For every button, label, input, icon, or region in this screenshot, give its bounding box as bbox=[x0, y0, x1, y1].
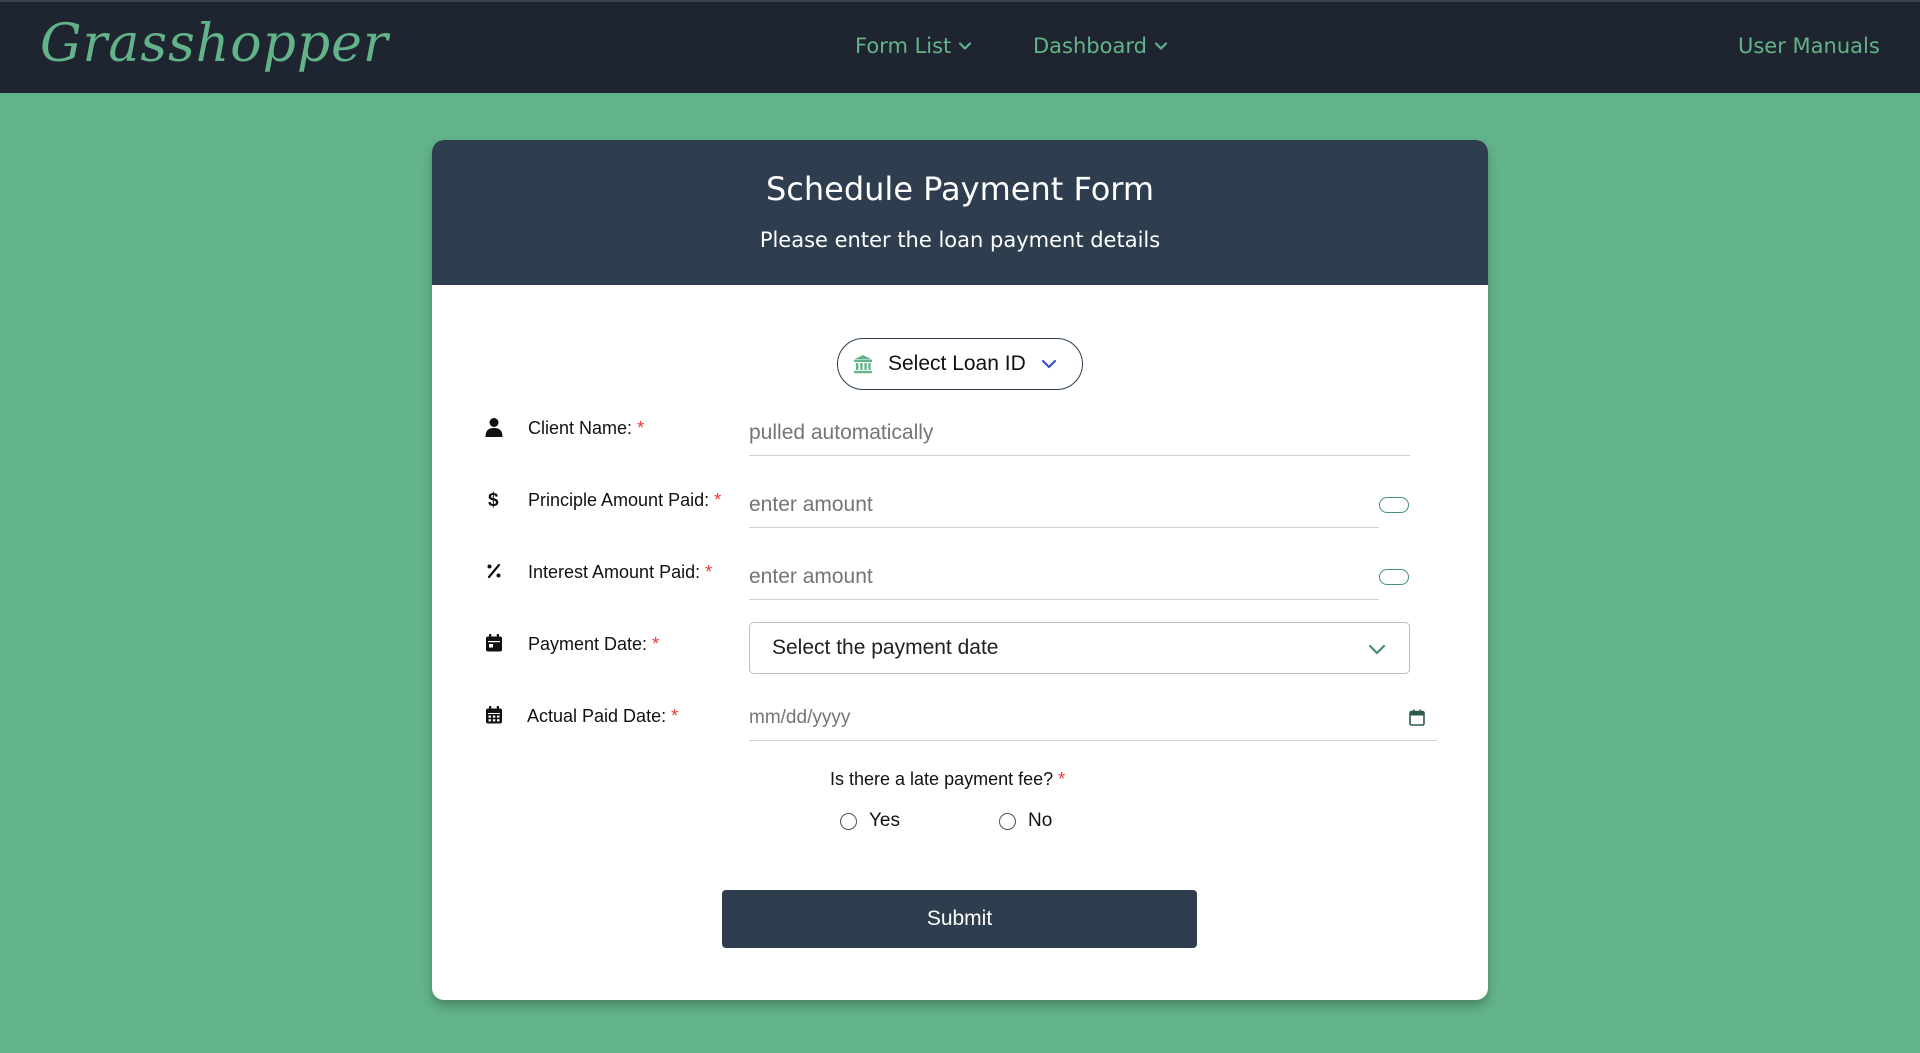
payment-date-label-text: Payment Date: bbox=[528, 634, 648, 654]
required-mark: * bbox=[1058, 769, 1066, 789]
interest-amount-input[interactable] bbox=[749, 554, 1379, 600]
submit-button[interactable]: Submit bbox=[722, 890, 1197, 948]
late-fee-yes-label: Yes bbox=[869, 810, 900, 831]
radio-circle[interactable] bbox=[999, 812, 1016, 830]
nav-form-list[interactable]: Form List bbox=[855, 34, 973, 58]
client-name-label-text: Client Name: bbox=[528, 418, 633, 438]
actual-paid-date-label-text: Actual Paid Date: bbox=[527, 706, 667, 726]
required-mark: * bbox=[671, 706, 679, 726]
payment-date-select[interactable]: Select the payment date bbox=[749, 622, 1410, 674]
nav-dashboard[interactable]: Dashboard bbox=[1033, 34, 1169, 58]
card-header: Schedule Payment Form Please enter the l… bbox=[432, 140, 1488, 285]
calendar-icon bbox=[486, 634, 502, 652]
nav-dashboard-label: Dashboard bbox=[1033, 34, 1147, 58]
nav-form-list-label: Form List bbox=[855, 34, 952, 58]
late-fee-no-radio[interactable]: No bbox=[999, 810, 1052, 832]
interest-amount-toggle[interactable] bbox=[1379, 569, 1409, 585]
logo[interactable]: Grasshopper bbox=[40, 14, 389, 74]
late-fee-question-text: Is there a late payment fee? bbox=[830, 769, 1054, 789]
required-mark: * bbox=[652, 634, 660, 654]
principal-amount-label: Principle Amount Paid: * bbox=[528, 490, 721, 511]
chevron-down-icon bbox=[1041, 359, 1056, 369]
principal-amount-toggle[interactable] bbox=[1379, 497, 1409, 513]
late-fee-no-label: No bbox=[1028, 810, 1053, 831]
nav-user-manuals[interactable]: User Manuals bbox=[1738, 34, 1880, 58]
select-loan-id-label: Select Loan ID bbox=[888, 352, 1026, 375]
late-fee-yes-radio[interactable]: Yes bbox=[840, 810, 900, 832]
actual-paid-date-input[interactable]: mm/dd/yyyy bbox=[749, 695, 1437, 741]
principal-amount-label-text: Principle Amount Paid: bbox=[528, 490, 710, 510]
late-fee-question: Is there a late payment fee? * bbox=[830, 769, 1065, 790]
page-subtitle: Please enter the loan payment details bbox=[759, 228, 1161, 252]
required-mark: * bbox=[637, 418, 645, 438]
select-loan-id-dropdown[interactable]: Select Loan ID bbox=[837, 338, 1083, 390]
payment-form-card: Schedule Payment Form Please enter the l… bbox=[432, 140, 1488, 1000]
chevron-down-icon bbox=[959, 42, 972, 50]
svg-text:$: $ bbox=[488, 490, 499, 509]
actual-paid-date-label: Actual Paid Date: * bbox=[527, 706, 678, 727]
calendar-picker-icon[interactable] bbox=[1409, 709, 1425, 726]
percent-icon bbox=[487, 563, 501, 579]
payment-date-label: Payment Date: * bbox=[528, 634, 659, 655]
principal-amount-input[interactable] bbox=[749, 482, 1379, 528]
payment-date-select-value: Select the payment date bbox=[772, 636, 999, 659]
chevron-down-icon bbox=[1368, 644, 1386, 655]
client-name-label: Client Name: * bbox=[528, 418, 644, 439]
calendar-grid-icon bbox=[486, 706, 502, 724]
dollar-icon: $ bbox=[488, 490, 499, 509]
interest-amount-label-text: Interest Amount Paid: bbox=[528, 562, 701, 582]
client-name-input[interactable] bbox=[749, 410, 1410, 456]
actual-paid-date-placeholder: mm/dd/yyyy bbox=[749, 706, 851, 728]
page-title: Schedule Payment Form bbox=[765, 170, 1155, 208]
chevron-down-icon bbox=[1154, 42, 1168, 50]
bank-icon bbox=[854, 355, 872, 374]
radio-circle[interactable] bbox=[840, 812, 857, 830]
user-icon bbox=[485, 418, 503, 437]
required-mark: * bbox=[705, 562, 713, 582]
interest-amount-label: Interest Amount Paid: * bbox=[528, 562, 712, 583]
required-mark: * bbox=[714, 490, 722, 510]
navbar: Grasshopper Form List Dashboard User Man… bbox=[0, 0, 1920, 93]
